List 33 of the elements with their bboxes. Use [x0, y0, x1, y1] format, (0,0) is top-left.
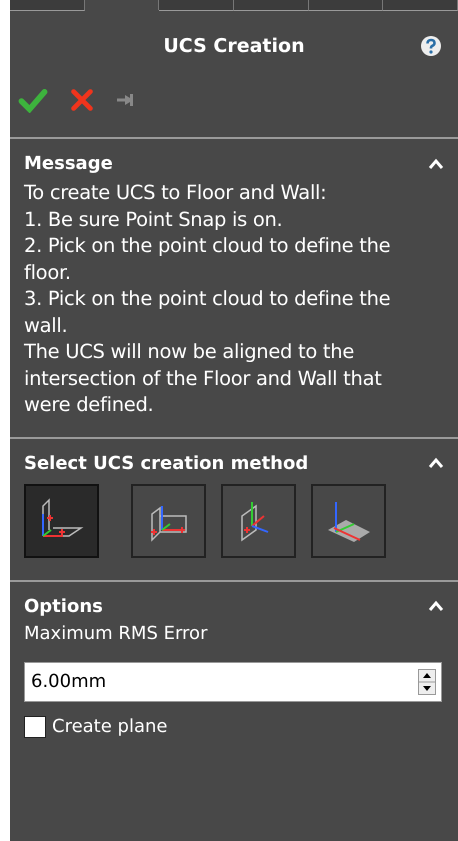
field-label: Maximum RMS Error: [24, 622, 208, 644]
panel-title: UCS Creation: [163, 35, 305, 57]
section-title: Options: [24, 596, 103, 616]
panel-tab[interactable]: [383, 0, 458, 11]
collapse-caret-icon[interactable]: [428, 600, 444, 612]
method-button[interactable]: [24, 484, 99, 558]
message-text-line: wall.: [24, 312, 68, 338]
panel-tab[interactable]: [159, 0, 234, 11]
spinner-icon[interactable]: [418, 668, 436, 694]
panel-tab[interactable]: [234, 0, 309, 11]
checkmark-icon[interactable]: [18, 87, 48, 113]
collapse-caret-icon[interactable]: [428, 457, 444, 469]
method-button[interactable]: [131, 484, 206, 558]
create-plane-checkbox[interactable]: [24, 716, 46, 738]
method-button[interactable]: [221, 484, 296, 558]
help-icon[interactable]: [420, 35, 442, 57]
message-text-line: 3. Pick on the point cloud to define the: [24, 286, 392, 312]
rms-error-field[interactable]: 6.00mm: [24, 662, 442, 702]
message-text-line: 1. Be sure Point Snap is on.: [24, 206, 284, 232]
message-text-line: floor.: [24, 260, 72, 286]
section-title: Select UCS creation method: [24, 452, 308, 474]
pin-icon[interactable]: [116, 92, 136, 108]
message-text-line: 2. Pick on the point cloud to define the: [24, 233, 392, 259]
message-text-line: To create UCS to Floor and Wall:: [24, 180, 328, 206]
panel-tab[interactable]: [308, 0, 384, 11]
panel-tab[interactable]: [10, 0, 85, 11]
collapse-caret-icon[interactable]: [428, 158, 444, 170]
message-text-line: intersection of the Floor and Wall that: [24, 366, 383, 392]
message-text-line: The UCS will now be aligned to the: [24, 339, 356, 365]
checkbox-label: Create plane: [52, 716, 168, 737]
message-text-line: were defined.: [24, 392, 154, 418]
section-title: Message: [24, 153, 113, 174]
method-button[interactable]: [311, 484, 386, 558]
